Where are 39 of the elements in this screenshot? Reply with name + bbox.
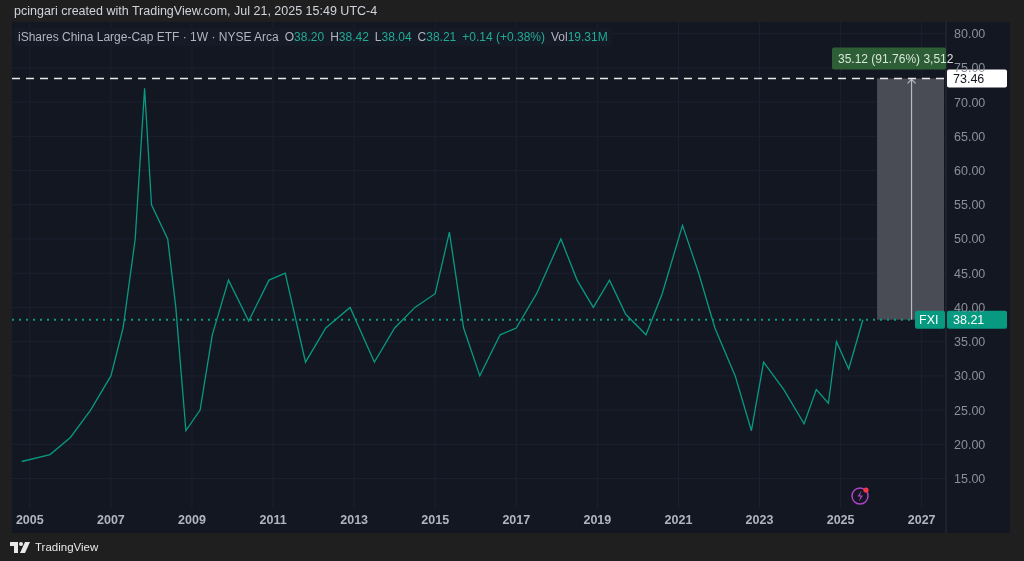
year-label: 2005 [15, 513, 44, 527]
logo-icon [10, 541, 30, 553]
change-value: +0.14 (+0.38%) [462, 30, 545, 44]
year-label: 2023 [745, 513, 774, 527]
ref-line-label: 38.21 [953, 313, 985, 328]
measure-label: 35.12 (91.76%) 3,512 [832, 47, 954, 70]
year-label: 2013 [340, 513, 369, 527]
price-label: 60.00 [954, 164, 986, 179]
year-label: 2009 [178, 513, 206, 527]
price-label: 70.00 [954, 95, 986, 110]
logo-text: TradingView [35, 541, 99, 553]
price-label: 30.00 [954, 369, 986, 384]
price-label: 35.00 [954, 335, 986, 350]
price-label: 25.00 [954, 403, 986, 418]
ohlc-value: H38.42 [330, 30, 369, 44]
volume-value: Vol19.31M [551, 30, 608, 44]
price-label: 80.00 [954, 27, 986, 42]
year-label: 2007 [97, 513, 125, 527]
price-label: 20.00 [954, 437, 986, 452]
year-label: 2027 [907, 513, 936, 527]
year-label: 2019 [583, 513, 612, 527]
price-label: 65.00 [954, 129, 986, 144]
ohlc-value: C38.21 [417, 30, 457, 44]
year-label: 2017 [502, 513, 531, 527]
price-label: 45.00 [954, 266, 986, 281]
year-label: 2011 [259, 513, 287, 527]
price-label: 55.00 [954, 198, 986, 213]
year-label: 2025 [826, 513, 855, 527]
annotation: 35.12 (91.76%) 3,512 [838, 51, 954, 66]
ref-line-label: 73.46 [953, 71, 985, 86]
ohlc-value: L38.04 [374, 30, 412, 44]
price-label: 15.00 [954, 472, 986, 487]
year-label: 2015 [421, 513, 450, 527]
price-label: 50.00 [954, 232, 986, 247]
year-label: 2021 [664, 513, 693, 527]
attribution-text: pcingari created with TradingView.com, Jul 21, 2025 15:49 UTC-4 [13, 3, 379, 20]
ohlc-value: O38.20 [284, 30, 325, 44]
symbol-title: iShares China Large-Cap ETF · 1W · NYSE Arca [18, 30, 279, 44]
lightning-icon[interactable] [851, 487, 869, 505]
